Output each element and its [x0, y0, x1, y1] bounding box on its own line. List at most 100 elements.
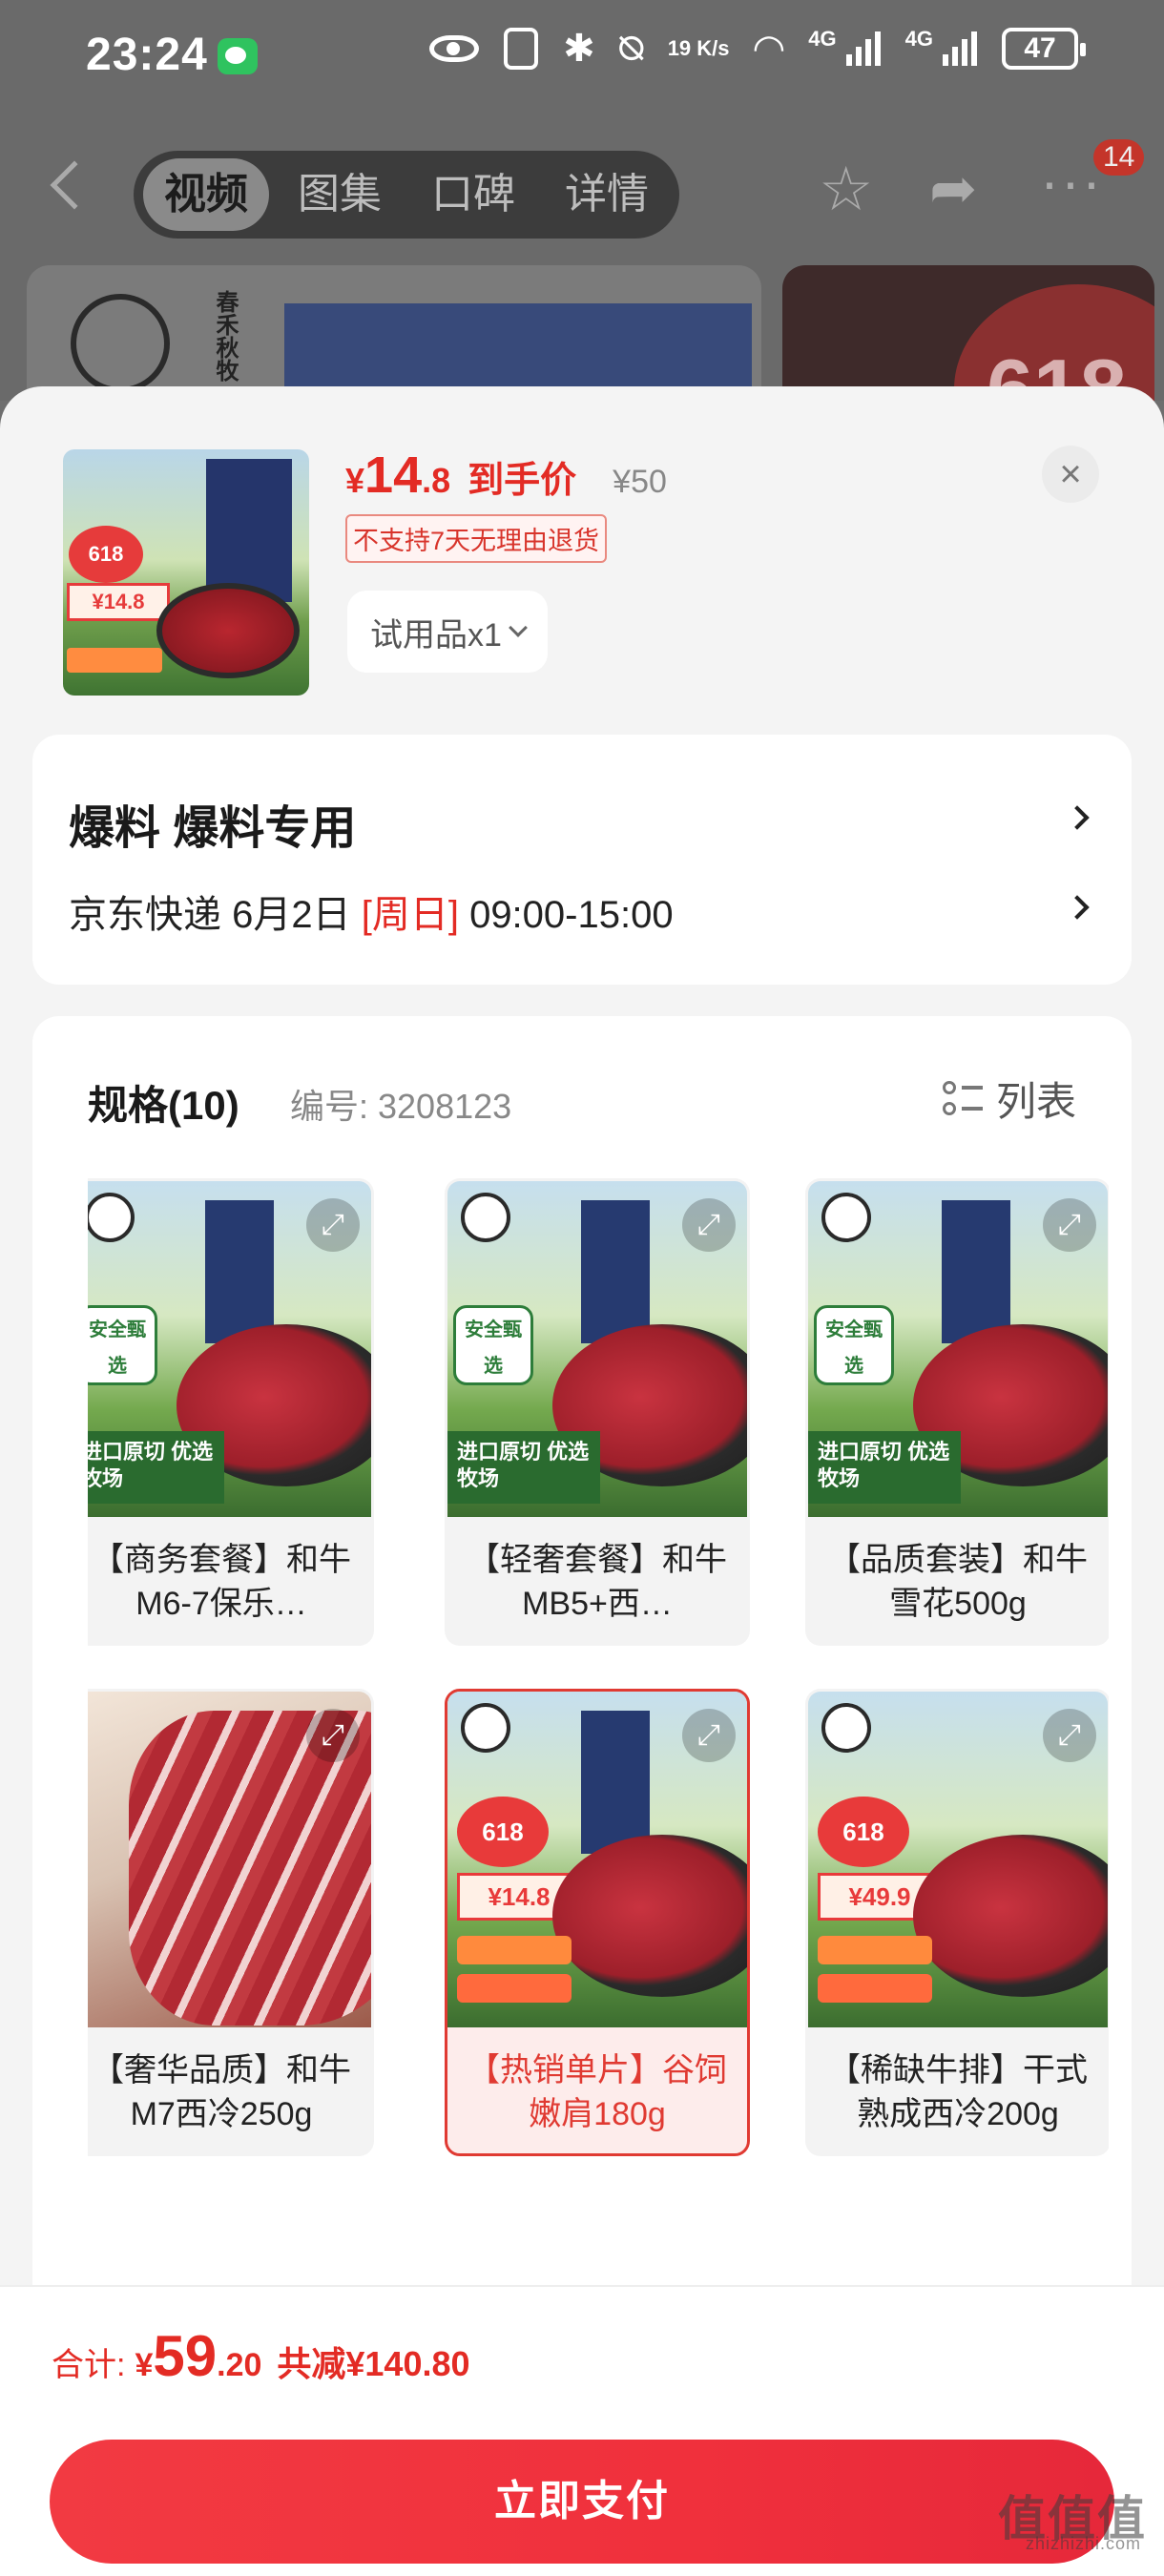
close-button[interactable]: × [1042, 446, 1099, 503]
expand-icon[interactable]: ⤢ [682, 1198, 736, 1252]
chevron-right-icon[interactable] [1065, 805, 1090, 830]
expand-icon[interactable]: ⤢ [1043, 1198, 1096, 1252]
price-row: ¥ 14 .8 到手价 ¥50 [345, 446, 667, 505]
safe-selection-badge: 安全甄选 [453, 1305, 533, 1385]
total-integer: 59 [153, 2324, 218, 2388]
background-page: 23:24 ✱ ⍉ 19 K/s ◠ 4G 4G 47 视频 图集 口碑 详情 … [0, 0, 1164, 401]
expand-icon[interactable]: ⤢ [1043, 1709, 1096, 1762]
brand-logo-icon [461, 1703, 510, 1753]
list-toggle-label: 列表 [995, 1079, 1076, 1124]
spec-caption: 【奢华品质】和牛M7西冷250g [92, 2052, 351, 2132]
package-image [205, 1200, 274, 1343]
address-title: 爆料 爆料专用 [69, 803, 357, 854]
chevron-right-icon[interactable] [1065, 895, 1090, 920]
product-thumbnail[interactable]: 618 ¥14.8 [63, 449, 309, 696]
wifi-icon: ◠ [754, 28, 784, 70]
order-total: 合计: ¥ 59 .20 共减¥140.80 [52, 2323, 470, 2389]
delivery-card[interactable]: 爆料 爆料专用 京东快递 6月2日 [周日] 09:00-15:00 [32, 735, 1132, 985]
product-summary: 618 ¥14.8 ¥ 14 .8 到手价 ¥50 不支持7天无理由退货 试用品… [0, 386, 1164, 735]
purchase-sheet: 618 ¥14.8 ¥ 14 .8 到手价 ¥50 不支持7天无理由退货 试用品… [0, 386, 1164, 2576]
origin-band: 进口原切 优选牧场 [447, 1431, 600, 1504]
price-integer: 14 [364, 447, 423, 504]
origin-band: 进口原切 优选牧场 [808, 1431, 961, 1504]
spec-caption: 【品质套装】和牛雪花500g [828, 1542, 1088, 1622]
battery-level: 47 [1024, 32, 1056, 64]
top-nav: 视频 图集 口碑 详情 ☆ ➦ ··· 14 [0, 139, 1164, 239]
pay-now-button[interactable]: 立即支付 [50, 2440, 1114, 2564]
promo-tag [818, 1936, 932, 1964]
badge-618: 618 [457, 1797, 549, 1867]
savings-amount: 共减¥140.80 [277, 2344, 470, 2383]
spec-image: 安全甄选 进口原切 优选牧场 ⤢ [808, 1181, 1108, 1517]
tab-details[interactable]: 详情 [544, 158, 670, 231]
wechat-notification-icon [218, 38, 258, 74]
brand-logo-icon [821, 1703, 871, 1753]
checkout-footer: 合计: ¥ 59 .20 共减¥140.80 立即支付 值值值 zhizhizh… [0, 2285, 1164, 2576]
steak-image [156, 583, 300, 678]
total-label: 合计: [52, 2347, 126, 2383]
list-view-toggle[interactable]: 列表 [942, 1070, 1076, 1128]
tab-reviews[interactable]: 口碑 [410, 158, 536, 231]
watermark: 值值值 zhizhizhi.com [998, 2481, 1147, 2553]
chevron-down-icon [509, 618, 528, 637]
nfc-icon [504, 28, 539, 70]
favorite-icon[interactable]: ☆ [819, 158, 873, 219]
steak-image [552, 1835, 747, 1997]
package-image [942, 1200, 1010, 1343]
tab-gallery[interactable]: 图集 [277, 158, 403, 231]
promo-618-badge: 618 [954, 284, 1154, 401]
spec-caption: 【热销单片】谷饲嫩肩180g [468, 2052, 727, 2132]
spec-image: 安全甄选 进口原切 优选牧场 ⤢ [447, 1181, 747, 1517]
spec-option-light-luxury-set[interactable]: 安全甄选 进口原切 优选牧场 ⤢ 【轻奢套餐】和牛MB5+西… [445, 1178, 750, 1646]
spec-image: ⤢ [88, 1692, 371, 2027]
expand-icon[interactable]: ⤢ [306, 1709, 360, 1762]
spec-option-quality-set[interactable]: 安全甄选 进口原切 优选牧场 ⤢ 【品质套装】和牛雪花500g [805, 1178, 1109, 1646]
price-label: 到手价 [468, 461, 577, 501]
signal-icon [845, 31, 881, 66]
spec-image: 618 ¥49.9 ⤢ [808, 1692, 1108, 2027]
status-bar: 23:24 ✱ ⍉ 19 K/s ◠ 4G 4G 47 [0, 0, 1164, 114]
battery-icon: 47 [1002, 28, 1086, 70]
origin-band: 进口原切 优选牧场 [88, 1431, 224, 1504]
brand-logo-icon [71, 294, 170, 393]
promo-tag [67, 648, 162, 673]
safe-selection-badge: 安全甄选 [88, 1305, 157, 1385]
signal-icon-2 [943, 31, 977, 66]
spec-caption: 【稀缺牛排】干式熟成西冷200g [828, 2052, 1088, 2132]
bluetooth-icon: ✱ [563, 28, 595, 70]
tab-video[interactable]: 视频 [143, 158, 269, 231]
spec-option-dry-aged[interactable]: 618 ¥49.9 ⤢ 【稀缺牛排】干式熟成西冷200g [805, 1689, 1109, 2156]
expand-icon[interactable]: ⤢ [306, 1198, 360, 1252]
net-speed: 19 K/s [667, 36, 730, 60]
spec-option-luxury-quality[interactable]: ⤢ 【奢华品质】和牛M7西冷250g [88, 1689, 374, 2156]
original-price: ¥50 [613, 464, 667, 500]
package-image [581, 1200, 650, 1343]
back-icon[interactable] [50, 160, 99, 210]
total-symbol: ¥ [135, 2347, 154, 2383]
no-return-notice: 不支持7天无理由退货 [345, 514, 608, 563]
spec-grid: 安全甄选 进口原切 优选牧场 ⤢ 【商务套餐】和牛M6-7保乐… 安全甄选 进口… [88, 1178, 1109, 2171]
status-icons: ✱ ⍉ 19 K/s ◠ 4G 4G 47 [429, 27, 1086, 71]
spec-title: 规格(10) [88, 1083, 239, 1128]
price-decimal: .8 [422, 461, 451, 500]
variant-selector[interactable]: 试用品x1 [347, 591, 548, 673]
expand-icon[interactable]: ⤢ [682, 1709, 736, 1762]
background-product-image: 春禾秋牧 [27, 265, 761, 401]
message-count-badge: 14 [1093, 139, 1145, 176]
background-promo-image: 618 [782, 265, 1154, 401]
media-tabs: 视频 图集 口碑 详情 [134, 151, 679, 239]
spec-image: 安全甄选 进口原切 优选牧场 ⤢ [88, 1181, 371, 1517]
total-decimal: .20 [217, 2347, 262, 2383]
brand-logo-icon [821, 1193, 871, 1242]
brand-logo-icon [88, 1193, 135, 1242]
eye-icon [429, 35, 480, 62]
net-type-1: 4G [808, 27, 837, 51]
share-icon[interactable]: ➦ [929, 160, 977, 218]
spec-option-business-set[interactable]: 安全甄选 进口原切 优选牧场 ⤢ 【商务套餐】和牛M6-7保乐… [88, 1178, 374, 1646]
product-code: 编号: 3208123 [290, 1087, 512, 1126]
package-image [206, 459, 292, 602]
delivery-time: 09:00-15:00 [458, 894, 674, 936]
variant-selector-label: 试用品x1 [370, 616, 502, 654]
spec-option-hot-single[interactable]: 618 ¥14.8 ⤢ 【热销单片】谷饲嫩肩180g [445, 1689, 750, 2156]
price-symbol: ¥ [345, 461, 365, 500]
